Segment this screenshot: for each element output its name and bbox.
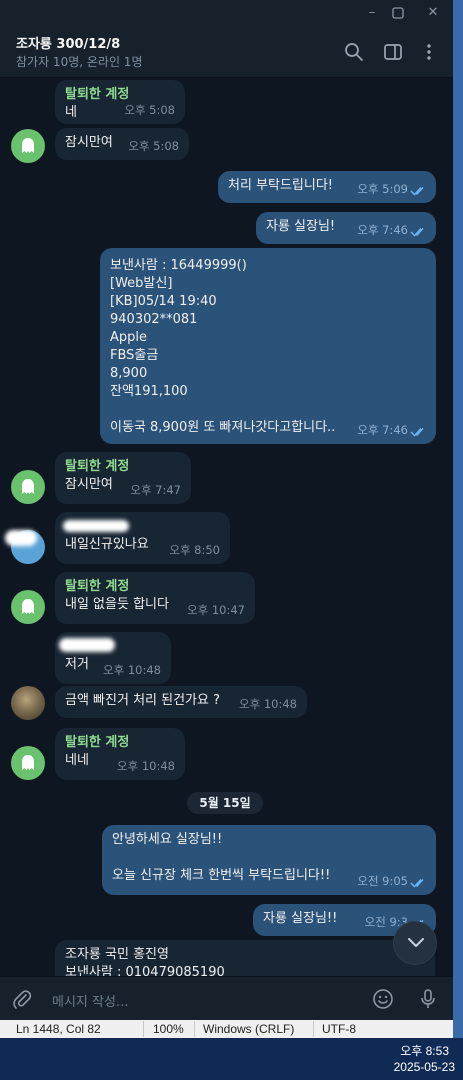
message-text: 네 bbox=[65, 105, 77, 120]
taskbar: 오후 8:53 2025-05-23 bbox=[0, 1038, 463, 1080]
desktop-edge bbox=[453, 0, 463, 1038]
message-text: 처리 부탁드립니다! bbox=[228, 178, 334, 193]
message-time: 오후 7:46 bbox=[357, 223, 408, 237]
avatar[interactable] bbox=[11, 470, 45, 504]
read-ticks-icon bbox=[410, 878, 424, 888]
message-text: 보낸사람 : 16449999() [Web발신] [KB]05/14 19:4… bbox=[110, 258, 336, 435]
clock-time[interactable]: 오후 8:53 bbox=[400, 1042, 449, 1059]
clock-date[interactable]: 2025-05-23 bbox=[394, 1060, 455, 1074]
redacted-sender-name bbox=[63, 520, 129, 532]
chat-header[interactable]: 조자룡 300/12/8 참가자 10명, 온라인 1명 bbox=[0, 26, 453, 78]
read-ticks-icon bbox=[410, 186, 424, 196]
message-text: 조자룡 국민 홍진영 보낸사람 : 010479085190 bbox=[65, 947, 225, 976]
avatar[interactable] bbox=[11, 129, 45, 163]
redacted-sender-name bbox=[59, 638, 115, 652]
message-time: 오후 8:50 bbox=[169, 543, 220, 557]
message-text: 잠시만여 bbox=[65, 477, 113, 492]
message-bubble[interactable]: 탈퇴한 계정 네 오후 5:08 bbox=[55, 80, 185, 124]
chat-title: 조자룡 300/12/8 bbox=[16, 37, 121, 52]
avatar[interactable] bbox=[11, 746, 45, 780]
attach-icon[interactable] bbox=[11, 988, 33, 1010]
message-text: 금액 빠진거 처리 된건가요 ? bbox=[65, 693, 220, 708]
message-bubble[interactable]: 조자룡 국민 홍진영 보낸사람 : 010479085190 bbox=[55, 940, 435, 976]
sender-name: 탈퇴한 계정 bbox=[65, 735, 130, 750]
window-titlebar: – ✕ bbox=[0, 0, 453, 26]
message-time: 오후 5:08 bbox=[124, 103, 175, 117]
date-divider: 5월 15일 bbox=[187, 792, 263, 814]
message-bubble[interactable]: 안녕하세요 실장님!! 오늘 신규장 체크 한번씩 부탁드립니다!! 오전 9:… bbox=[102, 825, 436, 895]
line-ending: Windows (CRLF) bbox=[203, 1022, 295, 1036]
editor-statusbar: Ln 1448, Col 82 100% Windows (CRLF) UTF-… bbox=[0, 1020, 453, 1038]
redaction-mark bbox=[5, 530, 37, 546]
read-ticks-icon bbox=[410, 427, 424, 437]
message-bubble[interactable]: 잠시만여 오후 5:08 bbox=[55, 128, 189, 160]
chevron-down-icon bbox=[408, 938, 424, 947]
message-bubble[interactable]: 내일신규있나요 오후 8:50 bbox=[55, 512, 230, 564]
message-text: 잠시만여 bbox=[65, 135, 113, 150]
message-bubble[interactable]: 보낸사람 : 16449999() [Web발신] [KB]05/14 19:4… bbox=[100, 248, 436, 444]
message-text: 네네 bbox=[65, 753, 89, 768]
message-bubble[interactable]: 탈퇴한 계정 잠시만여 오후 7:47 bbox=[55, 452, 191, 504]
message-text: 내일 없을듯 합니다 bbox=[65, 597, 169, 612]
message-composer[interactable]: 메시지 작성... bbox=[0, 976, 453, 1020]
message-bubble[interactable]: 처리 부탁드립니다! 오후 5:09 bbox=[218, 171, 436, 203]
message-text: 자룡 실장님!! bbox=[263, 911, 338, 926]
microphone-icon[interactable] bbox=[417, 988, 439, 1010]
close-icon[interactable]: ✕ bbox=[422, 3, 444, 23]
avatar[interactable] bbox=[11, 686, 45, 720]
sidebar-toggle-icon[interactable] bbox=[382, 41, 404, 63]
message-text: 자룡 실장님! bbox=[266, 219, 336, 234]
encoding: UTF-8 bbox=[322, 1022, 356, 1036]
message-bubble[interactable]: 탈퇴한 계정 내일 없을듯 합니다 오후 10:47 bbox=[55, 572, 255, 624]
message-time: 오후 10:47 bbox=[187, 603, 245, 617]
message-input[interactable]: 메시지 작성... bbox=[52, 991, 128, 1010]
message-text: 안녕하세요 실장님!! 오늘 신규장 체크 한번씩 부탁드립니다!! bbox=[112, 832, 331, 883]
message-bubble[interactable]: 탈퇴한 계정 네네 오후 10:48 bbox=[55, 728, 185, 780]
sender-name: 탈퇴한 계정 bbox=[65, 459, 130, 474]
message-list[interactable]: 탈퇴한 계정 네 오후 5:08 잠시만여 오후 5:08 처리 부탁드립니다!… bbox=[0, 78, 453, 976]
minimize-icon[interactable]: – bbox=[361, 3, 383, 23]
message-time: 오후 10:48 bbox=[117, 759, 175, 773]
message-bubble[interactable]: 저거 오후 10:48 bbox=[55, 632, 171, 684]
message-time: 오후 10:48 bbox=[239, 697, 297, 711]
message-bubble[interactable]: 자룡 실장님! 오후 7:46 bbox=[256, 212, 436, 244]
more-menu-icon[interactable] bbox=[418, 41, 440, 63]
message-time: 오후 5:08 bbox=[128, 139, 179, 153]
scroll-down-button[interactable] bbox=[393, 921, 437, 965]
search-icon[interactable] bbox=[343, 41, 365, 63]
message-bubble[interactable]: 금액 빠진거 처리 된건가요 ? 오후 10:48 bbox=[55, 686, 307, 718]
sender-name: 탈퇴한 계정 bbox=[65, 579, 130, 594]
cursor-position: Ln 1448, Col 82 bbox=[16, 1022, 101, 1036]
read-ticks-icon bbox=[410, 227, 424, 237]
message-time: 오전 9:05 bbox=[357, 874, 408, 888]
message-time: 오후 5:09 bbox=[357, 182, 408, 196]
zoom-level: 100% bbox=[153, 1022, 184, 1036]
message-time: 오후 7:46 bbox=[357, 423, 408, 437]
message-time: 오후 10:48 bbox=[103, 663, 161, 677]
emoji-icon[interactable] bbox=[372, 988, 394, 1010]
chat-subtitle: 참가자 10명, 온라인 1명 bbox=[16, 55, 143, 69]
avatar[interactable] bbox=[11, 590, 45, 624]
maximize-icon[interactable] bbox=[387, 3, 409, 23]
message-time: 오후 7:47 bbox=[130, 483, 181, 497]
